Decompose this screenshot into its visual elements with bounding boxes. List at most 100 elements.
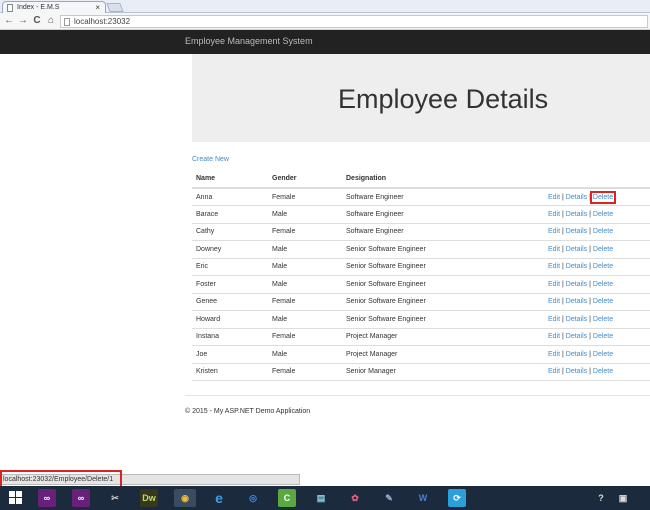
column-header-designation: Designation xyxy=(342,170,544,189)
notification-icon[interactable]: ▣ xyxy=(614,489,632,507)
cell-gender: Male xyxy=(268,240,342,259)
jumbotron: Employee Details xyxy=(192,54,650,142)
edit-link[interactable]: Edit xyxy=(548,228,560,235)
camtasia-icon[interactable]: C xyxy=(278,489,296,507)
cell-gender: Female xyxy=(268,223,342,241)
table-row: Downey Male Senior Software Engineer Edit |… xyxy=(192,240,650,259)
employee-table-body: Anna Female Software Engineer Edit | Detail… xyxy=(192,188,650,381)
new-tab-button[interactable] xyxy=(106,3,124,12)
windows-start-icon[interactable] xyxy=(9,491,23,505)
page-icon xyxy=(7,4,13,12)
tools-icon[interactable]: ✂ xyxy=(106,489,124,507)
delete-link[interactable]: Delete xyxy=(593,211,613,218)
delete-link[interactable]: Delete xyxy=(593,228,613,235)
cell-gender: Male xyxy=(268,258,342,276)
delete-link[interactable]: Delete xyxy=(593,368,613,375)
details-link[interactable]: Details xyxy=(566,194,587,201)
edit-link[interactable]: Edit xyxy=(548,194,560,201)
cell-designation: Senior Software Engineer xyxy=(342,310,544,329)
browser-tab-strip: Index - E.M.S × xyxy=(0,0,650,13)
details-link[interactable]: Details xyxy=(566,281,587,288)
table-row: Barace Male Software Engineer Edit | Detail… xyxy=(192,205,650,224)
delete-link[interactable]: Delete xyxy=(593,298,613,305)
reload-icon[interactable]: C xyxy=(31,14,43,28)
delete-link[interactable]: Delete xyxy=(593,281,613,288)
help-icon[interactable]: ? xyxy=(592,489,610,507)
edit-link[interactable]: Edit xyxy=(548,246,560,253)
app-icon[interactable]: ⟳ xyxy=(448,489,466,507)
table-row: Joe Male Project Manager Edit | Details | D… xyxy=(192,345,650,364)
details-link[interactable]: Details xyxy=(566,368,587,375)
details-link[interactable]: Details xyxy=(566,316,587,323)
site-brand[interactable]: Employee Management System xyxy=(185,36,313,46)
edit-link[interactable]: Edit xyxy=(548,298,560,305)
close-tab-icon[interactable]: × xyxy=(95,2,100,13)
edit-link[interactable]: Edit xyxy=(548,281,560,288)
table-row: Genee Female Senior Software Engineer Edit … xyxy=(192,293,650,311)
cell-actions: Edit | Details | Delete xyxy=(544,205,650,224)
details-link[interactable]: Details xyxy=(566,211,587,218)
edit-link[interactable]: Edit xyxy=(548,333,560,340)
edit-link[interactable]: Edit xyxy=(548,351,560,358)
cell-actions: Edit | Details | Delete xyxy=(544,275,650,294)
dreamweaver-icon[interactable]: Dw xyxy=(140,489,158,507)
cell-name: Genee xyxy=(192,293,268,311)
tab-title: Index - E.M.S xyxy=(17,4,60,11)
home-icon[interactable]: ⌂ xyxy=(45,14,57,28)
notepad-icon[interactable]: ▤ xyxy=(312,489,330,507)
delete-link[interactable]: Delete xyxy=(593,333,613,340)
delete-link[interactable]: Delete xyxy=(593,246,613,253)
cell-designation: Project Manager xyxy=(342,345,544,364)
details-link[interactable]: Details xyxy=(566,333,587,340)
back-icon[interactable]: ← xyxy=(3,14,15,28)
details-link[interactable]: Details xyxy=(566,298,587,305)
delete-link[interactable]: Delete xyxy=(593,316,613,323)
edit-link[interactable]: Edit xyxy=(548,211,560,218)
footer-divider xyxy=(185,395,650,396)
delete-link[interactable]: Delete xyxy=(589,190,617,204)
page-title: Employee Details xyxy=(338,84,549,114)
cell-actions: Edit | Details | Delete xyxy=(544,188,650,206)
media-player-icon[interactable]: ◎ xyxy=(244,489,262,507)
cell-name: Downey xyxy=(192,240,268,259)
cell-gender: Male xyxy=(268,205,342,224)
cell-actions: Edit | Details | Delete xyxy=(544,258,650,276)
cell-designation: Project Manager xyxy=(342,328,544,346)
chrome-icon[interactable]: ◉ xyxy=(174,489,196,507)
cell-designation: Senior Software Engineer xyxy=(342,293,544,311)
cell-name: Kristen xyxy=(192,363,268,381)
cell-name: Joe xyxy=(192,345,268,364)
column-header-actions xyxy=(544,170,650,189)
details-link[interactable]: Details xyxy=(566,263,587,270)
visual-studio-icon[interactable]: ∞ xyxy=(38,489,56,507)
browser-toolbar: ← → C ⌂ localhost:23032 xyxy=(0,13,650,30)
edit-link[interactable]: Edit xyxy=(548,263,560,270)
settings-icon[interactable]: ✎ xyxy=(380,489,398,507)
create-new-link[interactable]: Create New xyxy=(192,156,229,163)
cell-designation: Software Engineer xyxy=(342,188,544,206)
site-navbar: Employee Management System xyxy=(0,30,650,54)
cell-actions: Edit | Details | Delete xyxy=(544,240,650,259)
edit-link[interactable]: Edit xyxy=(548,316,560,323)
edit-link[interactable]: Edit xyxy=(548,368,560,375)
visual-studio-icon[interactable]: ∞ xyxy=(72,489,90,507)
browser-tab[interactable]: Index - E.M.S × xyxy=(2,1,106,13)
internet-explorer-icon[interactable]: e xyxy=(210,489,228,507)
address-bar[interactable]: localhost:23032 xyxy=(60,15,648,28)
details-link[interactable]: Details xyxy=(566,351,587,358)
cell-designation: Senior Manager xyxy=(342,363,544,381)
table-row: Anna Female Software Engineer Edit | Detail… xyxy=(192,188,650,206)
windows-taskbar: ∞ ∞ ✂ Dw ◉ e ◎ C ▤ ✿ ✎ W ⟳ ? ▣ xyxy=(0,486,650,510)
details-link[interactable]: Details xyxy=(566,246,587,253)
word-icon[interactable]: W xyxy=(414,489,432,507)
cell-name: Foster xyxy=(192,275,268,294)
delete-link[interactable]: Delete xyxy=(593,351,613,358)
footer-text: © 2015 - My ASP.NET Demo Application xyxy=(185,408,311,415)
details-link[interactable]: Details xyxy=(566,228,587,235)
cell-name: Eric xyxy=(192,258,268,276)
cell-designation: Software Engineer xyxy=(342,205,544,224)
page-icon xyxy=(64,18,70,26)
paint-icon[interactable]: ✿ xyxy=(346,489,364,507)
forward-icon[interactable]: → xyxy=(17,14,29,28)
delete-link[interactable]: Delete xyxy=(593,263,613,270)
